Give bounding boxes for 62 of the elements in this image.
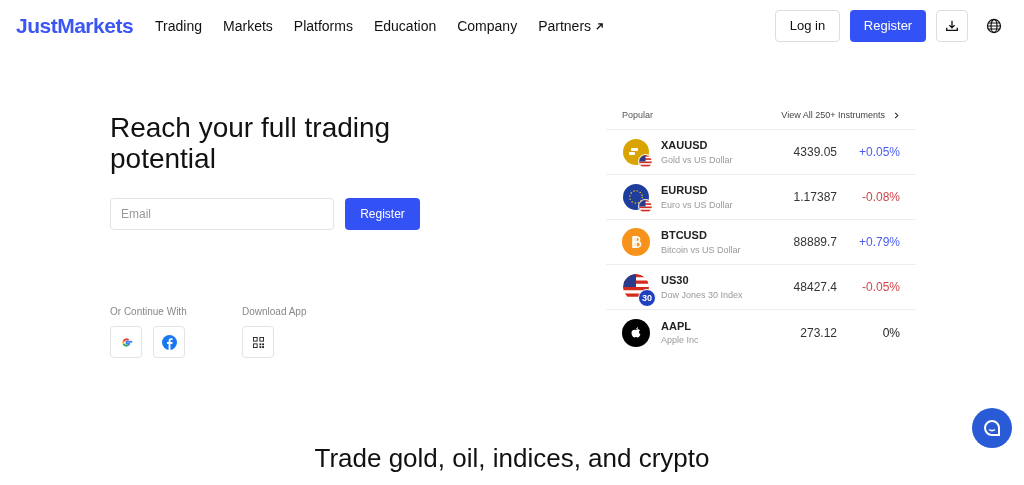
instrument-symbol: EURUSD — [661, 183, 709, 198]
email-field[interactable]: Email — [110, 198, 334, 230]
section-heading: Trade gold, oil, indices, and crypto — [313, 442, 711, 474]
instrument-row[interactable]: EURUSD Euro vs US Dollar 1.17387 -0.08% — [606, 175, 916, 220]
external-arrow-icon — [595, 21, 605, 31]
panel-title: Popular — [622, 108, 654, 122]
price-change: -0.08% — [860, 189, 900, 206]
instrument-symbol: XAUUSD — [661, 138, 709, 153]
instrument-price: 88889.7 — [792, 234, 837, 251]
globe-icon[interactable] — [986, 18, 1002, 34]
facebook-icon — [161, 334, 177, 350]
instrument-name: Euro vs US Dollar — [661, 198, 734, 212]
logo[interactable]: JustMarkets — [16, 10, 134, 42]
instrument-symbol: BTCUSD — [661, 228, 708, 243]
apple-icon — [622, 318, 650, 347]
section-label: Or Continue With — [110, 305, 188, 319]
instrument-symbol: US30 — [661, 273, 690, 288]
register-button[interactable]: Register — [345, 198, 420, 230]
view-all-link[interactable]: View All 250+ Instruments — [781, 108, 900, 123]
instrument-price: 1.17387 — [792, 189, 837, 206]
bitcoin-icon — [622, 228, 650, 256]
hero-heading: Reach your full trading potential — [110, 112, 392, 174]
instrument-row[interactable]: AAPL Apple Inc 273.12 0% — [606, 310, 916, 355]
nav-link[interactable]: Markets — [223, 15, 273, 37]
nav-link[interactable]: Trading — [155, 15, 202, 37]
register-button[interactable]: Register — [850, 10, 926, 42]
chat-bubble-icon — [982, 418, 1002, 438]
instrument-row[interactable]: XAUUSD Gold vs US Dollar 4339.05 +0.05% — [606, 130, 916, 175]
instrument-name: Bitcoin vs US Dollar — [661, 243, 742, 257]
price-change: -0.05% — [860, 279, 900, 296]
ingots-icon — [623, 139, 649, 165]
instrument-price: 273.12 — [799, 324, 837, 342]
facebook-button[interactable] — [153, 326, 185, 358]
section-label: Download App — [242, 305, 307, 319]
instrument-name: Gold vs US Dollar — [661, 153, 734, 167]
nav-link[interactable]: Company — [457, 15, 518, 37]
eu-flag-icon — [623, 184, 649, 210]
index-badge: 30 — [638, 289, 656, 307]
instrument-row[interactable]: BTCUSD Bitcoin vs US Dollar 88889.7 +0.79% — [606, 220, 916, 265]
price-change: 0% — [881, 324, 900, 342]
login-button[interactable]: Log in — [775, 10, 840, 42]
google-icon — [119, 335, 133, 349]
chevron-right-icon — [893, 112, 900, 119]
us-flag-icon — [638, 199, 653, 214]
download-button[interactable] — [936, 10, 968, 42]
instrument-symbol: AAPL — [661, 318, 692, 334]
price-change: +0.79% — [857, 234, 900, 251]
instrument-name: Dow Jones 30 Index — [661, 288, 744, 302]
price-change: +0.05% — [857, 144, 900, 161]
instrument-price: 48427.4 — [792, 279, 837, 296]
download-icon — [945, 19, 959, 33]
instrument-name: Apple Inc — [661, 334, 700, 347]
chat-button[interactable] — [972, 408, 1012, 448]
nav-link[interactable]: Partners — [538, 15, 605, 37]
instrument-price: 4339.05 — [792, 144, 837, 161]
us-flag-icon — [638, 154, 653, 169]
nav-link[interactable]: Education — [373, 15, 437, 37]
instrument-row[interactable]: 30 US30 Dow Jones 30 Index 48427.4 -0.05% — [606, 265, 916, 310]
nav-link[interactable]: Platforms — [293, 15, 353, 37]
google-button[interactable] — [110, 326, 142, 358]
qr-code-button[interactable] — [242, 326, 274, 358]
qr-code-icon — [252, 336, 264, 348]
